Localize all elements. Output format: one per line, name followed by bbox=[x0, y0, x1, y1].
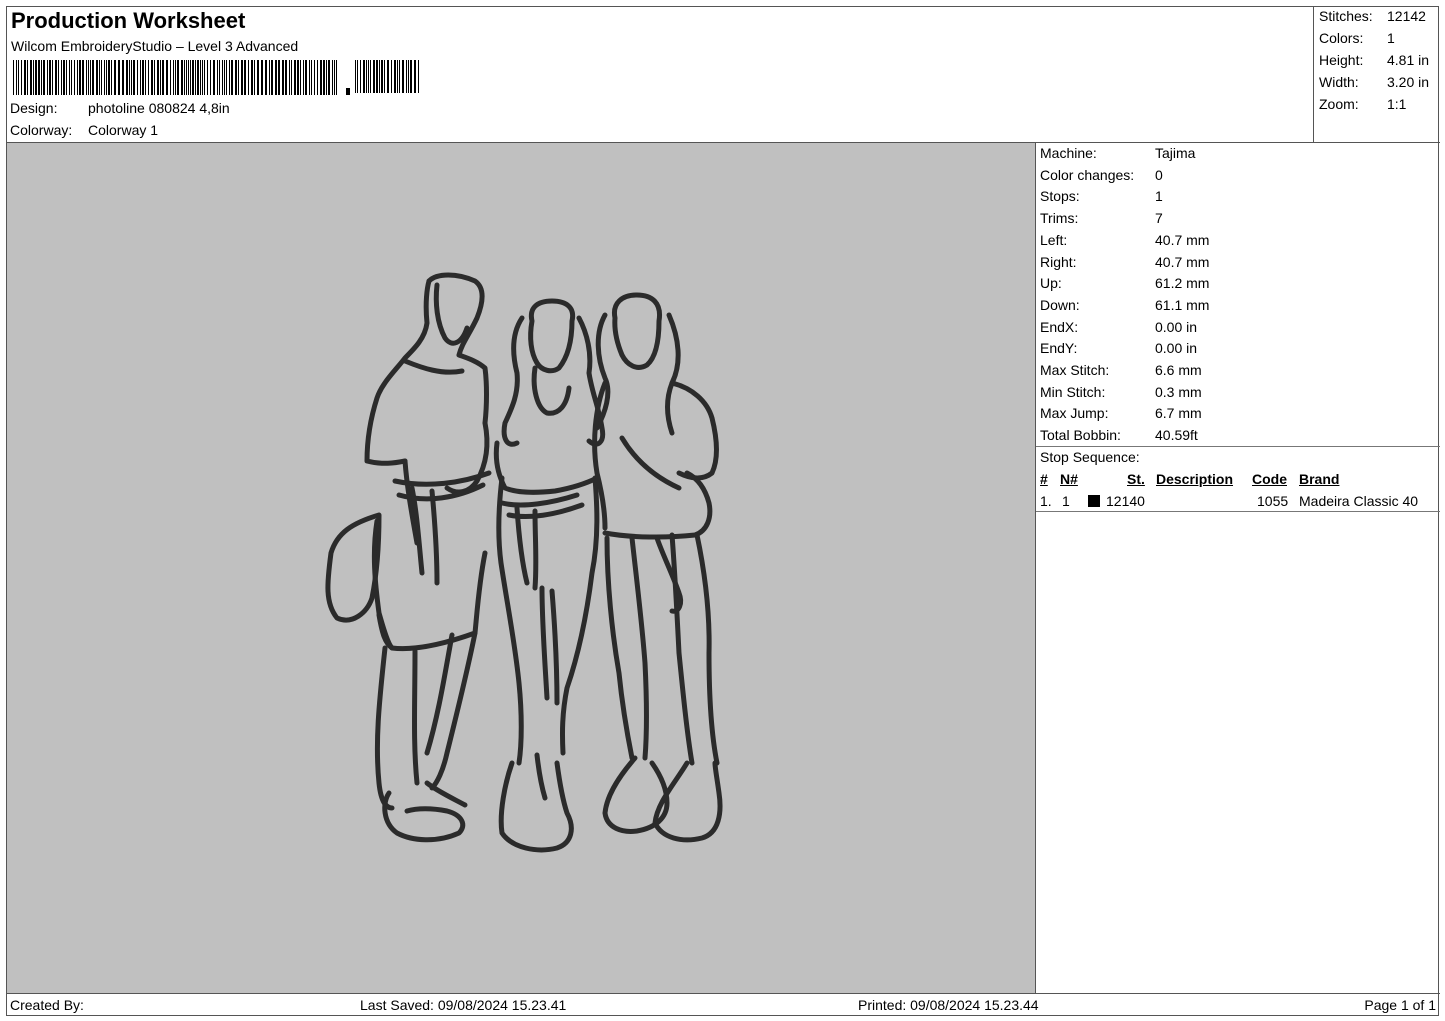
spec-label: Stops: bbox=[1040, 188, 1080, 205]
thread-swatch bbox=[1088, 495, 1100, 507]
column-header-num: # bbox=[1040, 471, 1048, 487]
stop-row-num: 1. bbox=[1040, 493, 1052, 509]
spec-value: 6.6 mm bbox=[1155, 362, 1202, 378]
design-label: Design: bbox=[10, 100, 58, 116]
spec-row: EndY: 0.00 in bbox=[1040, 340, 1197, 361]
spec-label: Max Jump: bbox=[1040, 405, 1109, 422]
design-row: Design: photoline 080824 4,8in bbox=[10, 100, 230, 116]
summary-label: Stitches: bbox=[1319, 8, 1373, 24]
spec-value: 0 bbox=[1155, 166, 1163, 183]
column-header-stitches: St. bbox=[1127, 471, 1145, 487]
spec-row: Max Stitch: 6.6 mm bbox=[1040, 362, 1202, 383]
spec-label: Machine: bbox=[1040, 145, 1097, 161]
spec-row: Left: 40.7 mm bbox=[1040, 232, 1209, 253]
spec-label: Right: bbox=[1040, 253, 1077, 270]
created-by: Created By: bbox=[10, 997, 84, 1013]
summary-value: 1:1 bbox=[1387, 96, 1407, 112]
middle-figure bbox=[493, 298, 606, 853]
column-header-needle: N# bbox=[1060, 471, 1078, 487]
software-name: Wilcom EmbroideryStudio – Level 3 Advanc… bbox=[11, 38, 299, 54]
stop-row-code: 1055 bbox=[1257, 493, 1289, 509]
spec-row: Min Stitch: 0.3 mm bbox=[1040, 384, 1202, 405]
design-summary: Stitches: 12142 Colors: 1 Height: 4.81 in W… bbox=[1314, 7, 1440, 143]
page-number: Page 1 of 1 bbox=[1364, 997, 1436, 1013]
summary-value: 1 bbox=[1387, 30, 1395, 46]
colorway-label: Colorway: bbox=[10, 122, 73, 138]
spec-label: Min Stitch: bbox=[1040, 383, 1106, 400]
design-value: photoline 080824 4,8in bbox=[88, 100, 230, 116]
stop-row-stitches: 12140 bbox=[1106, 493, 1145, 509]
spec-label: EndY: bbox=[1040, 340, 1078, 357]
stop-row-brand: Madeira Classic 40 bbox=[1299, 493, 1419, 509]
left-figure bbox=[325, 272, 492, 843]
spec-label: Trims: bbox=[1040, 210, 1079, 227]
summary-row: Colors: 1 bbox=[1319, 30, 1395, 46]
spec-label: EndX: bbox=[1040, 318, 1079, 335]
spec-label: Max Stitch: bbox=[1040, 362, 1110, 378]
printed-date: Printed: 09/08/2024 15.23.44 bbox=[858, 997, 1039, 1013]
stop-sequence-title: Stop Sequence: bbox=[1040, 449, 1140, 465]
right-figure bbox=[592, 292, 723, 843]
spec-row: Max Jump: 6.7 mm bbox=[1040, 405, 1202, 426]
spec-row: Up: 61.2 mm bbox=[1040, 275, 1209, 296]
barcode-icon bbox=[13, 60, 419, 95]
spec-value: Tajima bbox=[1155, 145, 1196, 161]
spec-row: Trims: 7 bbox=[1040, 210, 1163, 231]
colorway-value: Colorway 1 bbox=[88, 122, 159, 138]
design-preview bbox=[7, 143, 1036, 993]
spec-value: 61.2 mm bbox=[1155, 275, 1210, 292]
spec-row: Machine: Tajima bbox=[1040, 145, 1195, 166]
spec-value: 0.3 mm bbox=[1155, 383, 1202, 400]
colorway-row: Colorway: Colorway 1 bbox=[10, 122, 158, 138]
spec-row: Down: 61.1 mm bbox=[1040, 297, 1209, 318]
spec-value: 40.7 mm bbox=[1155, 231, 1210, 248]
spec-value: 6.7 mm bbox=[1155, 405, 1202, 422]
last-saved: Last Saved: 09/08/2024 15.23.41 bbox=[360, 997, 567, 1013]
spec-row: EndX: 0.00 in bbox=[1040, 319, 1197, 340]
summary-label: Zoom: bbox=[1319, 96, 1359, 112]
summary-label: Colors: bbox=[1319, 30, 1364, 46]
summary-row: Zoom: 1:1 bbox=[1319, 96, 1406, 112]
spec-value: 40.7 mm bbox=[1155, 253, 1210, 270]
production-worksheet: Production Worksheet Wilcom EmbroiderySt… bbox=[6, 6, 1440, 1017]
spec-value: 0.00 in bbox=[1155, 340, 1198, 357]
summary-row: Height: 4.81 in bbox=[1319, 52, 1429, 68]
spec-list: Machine: Tajima Color changes: 0 Stops: 1 Trim… bbox=[1036, 143, 1440, 447]
spec-value: 7 bbox=[1155, 210, 1163, 227]
summary-label: Width: bbox=[1319, 74, 1359, 90]
machine-specs: Machine: Tajima Color changes: 0 Stops: 1 Trim… bbox=[1036, 143, 1440, 993]
spec-value: 0.00 in bbox=[1155, 318, 1198, 335]
embroidery-design bbox=[325, 272, 723, 853]
spec-label: Total Bobbin: bbox=[1040, 427, 1121, 444]
spec-label: Left: bbox=[1040, 231, 1068, 248]
spec-row: Color changes: 0 bbox=[1040, 167, 1163, 188]
spec-value: 40.59ft bbox=[1155, 427, 1198, 444]
column-header-description: Description bbox=[1156, 471, 1234, 487]
page-title: Production Worksheet bbox=[11, 8, 246, 33]
column-header-code: Code bbox=[1252, 471, 1287, 487]
spec-label: Color changes: bbox=[1040, 166, 1135, 183]
summary-value: 12142 bbox=[1387, 8, 1426, 24]
worksheet-footer: Created By: Last Saved: 09/08/2024 15.23… bbox=[7, 993, 1440, 1017]
spec-row: Total Bobbin: 40.59ft bbox=[1040, 427, 1198, 448]
stop-sequence: Stop Sequence: # N# St. Description Code… bbox=[1036, 447, 1440, 512]
spec-value: 1 bbox=[1155, 188, 1163, 205]
worksheet-header: Production Worksheet Wilcom EmbroiderySt… bbox=[7, 7, 1314, 143]
spec-row: Right: 40.7 mm bbox=[1040, 254, 1209, 275]
summary-value: 3.20 in bbox=[1387, 74, 1430, 90]
summary-row: Stitches: 12142 bbox=[1319, 8, 1426, 24]
summary-row: Width: 3.20 in bbox=[1319, 74, 1429, 90]
spec-label: Up: bbox=[1040, 275, 1062, 292]
spec-label: Down: bbox=[1040, 296, 1080, 313]
summary-label: Height: bbox=[1319, 52, 1364, 68]
spec-row: Stops: 1 bbox=[1040, 188, 1163, 209]
summary-value: 4.81 in bbox=[1387, 52, 1430, 68]
spec-value: 61.1 mm bbox=[1155, 296, 1210, 313]
stop-row-needle: 1 bbox=[1062, 493, 1070, 509]
column-header-brand: Brand bbox=[1299, 471, 1340, 487]
